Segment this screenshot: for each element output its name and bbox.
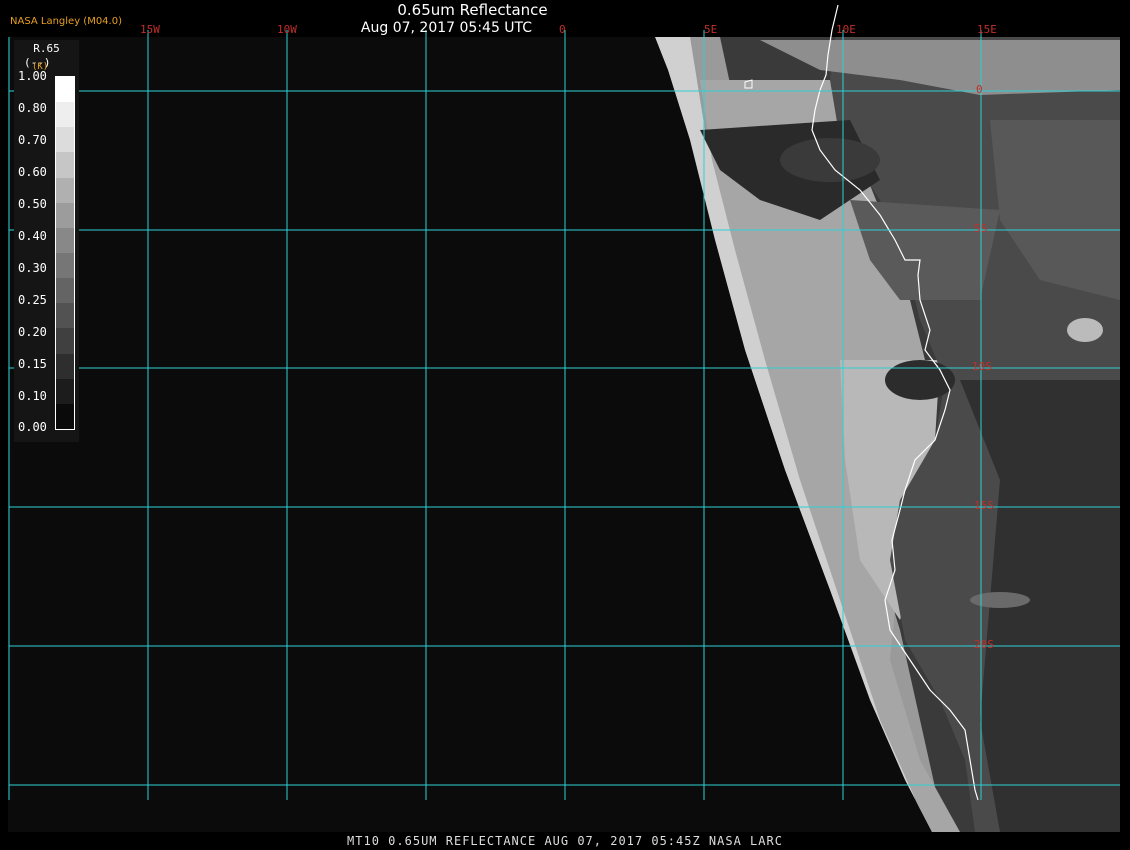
legend-swatch [56,378,74,404]
legend-swatch [56,127,74,153]
legend-tick: 0.40 [18,229,47,243]
legend-swatch [56,77,74,103]
lon-label-10e: 10E [836,23,856,36]
legend-tick: 0.25 [18,293,47,307]
legend-title: R.65 [33,42,60,55]
legend-tick: 0.70 [18,133,47,147]
lat-label-15s: 15S [974,499,994,512]
lat-label-20s: 20S [974,638,994,651]
legend-swatch [56,227,74,254]
lon-label-15e: 15E [977,23,997,36]
organization-label: NASA Langley (M04.0) [10,16,122,27]
lat-label-0: 0 [976,83,983,96]
legend-swatch [56,253,74,279]
legend-swatch [56,202,74,228]
image-timestamp: Aug 07, 2017 05:45 UTC [360,20,533,36]
legend-tick: 0.60 [18,165,47,179]
legend-swatch [56,303,74,329]
legend-swatch [56,177,74,203]
lat-label-5s: 5S [974,222,988,235]
legend-swatch [56,102,74,128]
legend-swatch [56,328,74,354]
legend-tick: 0.80 [18,101,47,115]
image-title: 0.65um Reflectance [397,1,548,19]
legend-tick: 0.20 [18,325,47,339]
lon-label-5e: 5E [704,23,718,36]
satellite-image-viewer: 0.65um Reflectance Aug 07, 2017 05:45 UT… [0,0,1130,850]
footer-caption: MT10 0.65UM REFLECTANCE AUG 07, 2017 05:… [347,834,783,848]
lon-label-15w: 15W [140,23,160,36]
legend-swatch [56,353,74,379]
legend-swatch [56,152,74,178]
satellite-map [8,4,1120,832]
lat-label-10s: 10S [972,360,992,373]
color-legend: R.65 (--) (K) 1.00 0.80 0.70 0.60 0.50 0… [14,40,79,442]
legend-tick: 0.30 [18,261,47,275]
legend-tick: 0.50 [18,197,47,211]
legend-tick: 0.10 [18,389,47,403]
legend-tick: 0.15 [18,357,47,371]
legend-tick: 0.00 [18,420,47,434]
lon-label-0: 0 [559,23,566,36]
legend-tick: 1.00 [18,69,47,83]
legend-swatch [56,278,74,304]
legend-colorbar [55,76,75,430]
lon-label-10w: 10W [277,23,297,36]
legend-swatch [56,403,74,429]
